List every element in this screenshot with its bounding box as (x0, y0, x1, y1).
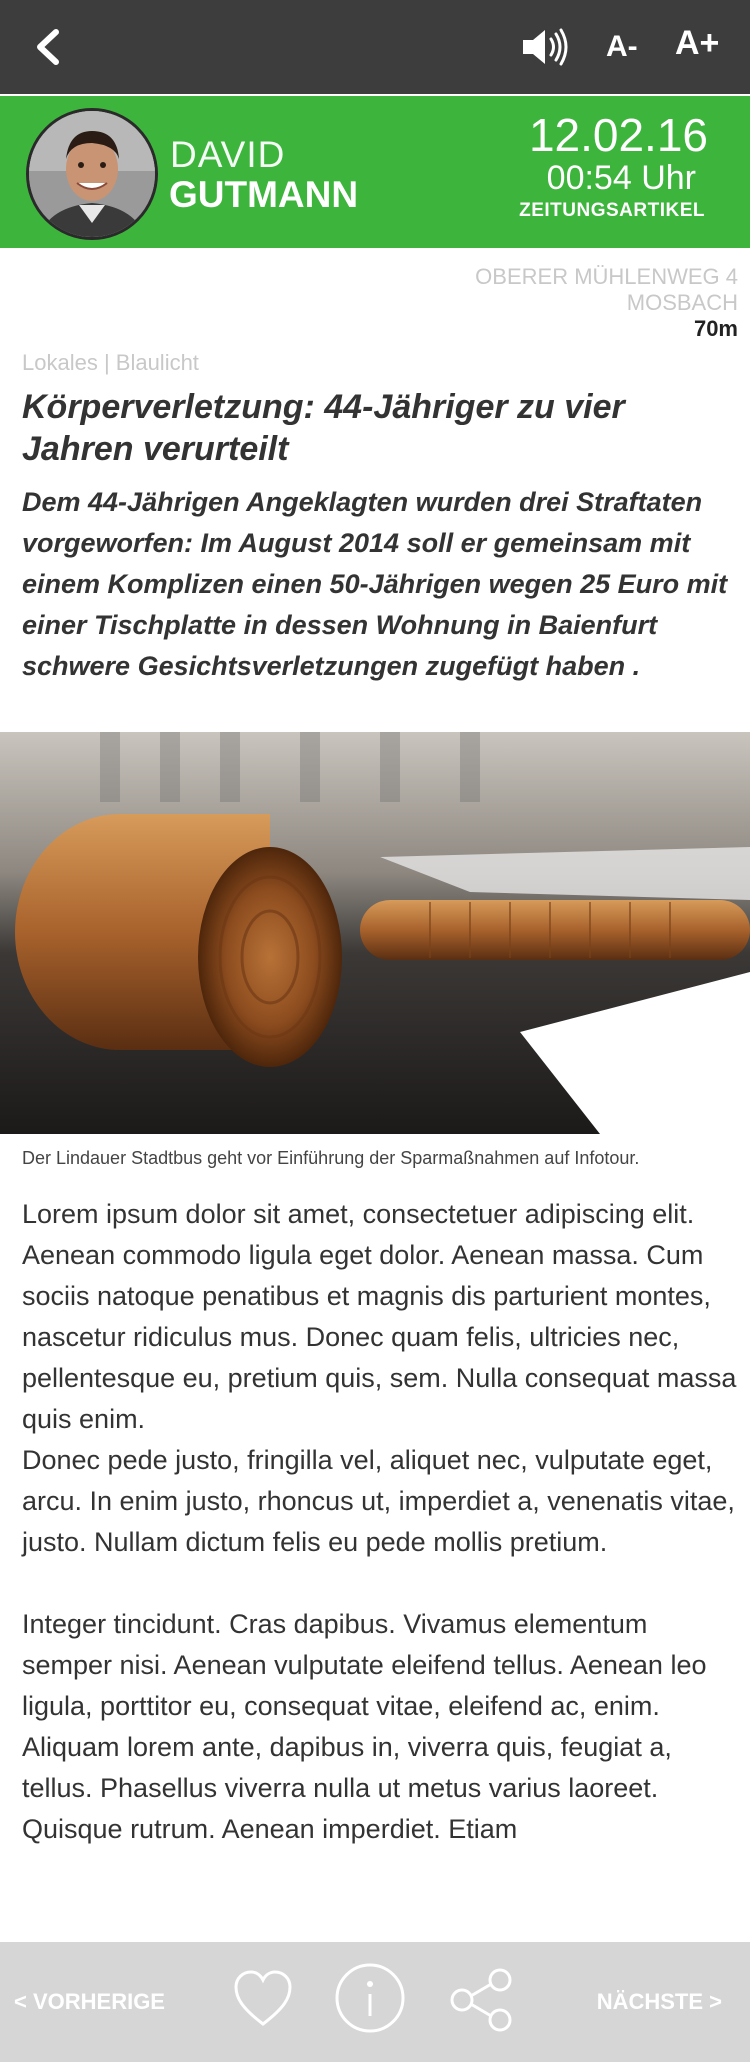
info-icon (335, 1963, 405, 2033)
avatar (26, 108, 158, 240)
bottom-nav: < VORHERIGE NÄCHSTE > (0, 1942, 750, 2062)
favorite-button[interactable] (232, 1968, 294, 2035)
author-last-name: GUTMANN (169, 174, 359, 215)
article-category: Lokales | Blaulicht (22, 350, 199, 375)
chevron-left-icon (37, 29, 59, 65)
author-first-name: DAVID (170, 134, 286, 175)
article-date: 12.02.16 (528, 109, 708, 161)
font-smaller-button[interactable]: A- (606, 30, 638, 76)
heart-icon (234, 1970, 292, 2026)
article-headline: Körperverletzung: 44-Jähriger zu vier Ja… (22, 388, 625, 468)
gavel-photo (0, 732, 750, 1134)
body-paragraph: Donec pede justo, fringilla vel, aliquet… (22, 1445, 735, 1557)
location-city: MOSBACH (626, 290, 738, 315)
author-photo (29, 111, 155, 237)
top-toolbar: A- A+ (0, 0, 750, 94)
share-icon (450, 1968, 512, 2032)
info-button[interactable] (334, 1962, 406, 2039)
image-caption: Der Lindauer Stadtbus geht vor Einführun… (22, 1148, 640, 1168)
body-paragraph: Integer tincidunt. Cras dapibus. Vivamus… (22, 1609, 707, 1844)
body-paragraph: Lorem ipsum dolor sit amet, consectetuer… (22, 1199, 737, 1434)
share-button[interactable] (448, 1968, 514, 2037)
back-button[interactable] (30, 24, 70, 70)
font-larger-button[interactable]: A+ (675, 24, 719, 70)
next-article-button[interactable]: NÄCHSTE > (597, 1989, 722, 2015)
audio-button[interactable] (520, 26, 570, 68)
location-street: OBERER MÜHLENWEG 4 (475, 264, 738, 289)
article-body: Lorem ipsum dolor sit amet, consectetuer… (22, 1194, 742, 1850)
previous-article-button[interactable]: < VORHERIGE (14, 1989, 165, 2015)
distance: 70m (693, 316, 738, 341)
location: OBERER MÜHLENWEG 4 MOSBACH (475, 264, 738, 316)
article-time: 00:54 Uhr (546, 159, 696, 197)
article-type: ZEITUNGSARTIKEL (519, 200, 705, 221)
article-lead: Dem 44-Jährigen Angeklagten wurden drei … (22, 487, 728, 681)
speaker-icon (523, 28, 568, 66)
article-image (0, 732, 750, 1134)
author-header: DAVID GUTMANN 12.02.16 00:54 Uhr ZEITUNG… (0, 94, 750, 248)
